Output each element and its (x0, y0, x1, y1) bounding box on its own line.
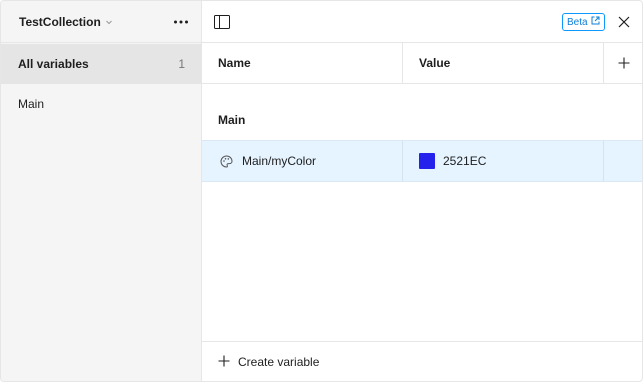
collection-dropdown[interactable]: TestCollection (11, 10, 121, 34)
palette-icon (218, 153, 234, 169)
sidebar: TestCollection All variables 1 Main (1, 1, 202, 381)
table-header: Name Value (202, 43, 642, 84)
column-divider (402, 43, 403, 83)
sidebar-item-label: All variables (18, 57, 89, 71)
collection-name: TestCollection (19, 15, 101, 29)
more-icon[interactable] (169, 10, 193, 34)
variable-count: 1 (178, 57, 185, 71)
sidebar-header: TestCollection (1, 1, 201, 43)
variables-window: TestCollection All variables 1 Main Beta (0, 0, 643, 382)
column-divider (603, 141, 604, 181)
external-link-icon (591, 16, 600, 28)
color-swatch[interactable] (419, 153, 435, 169)
topbar: Beta (202, 1, 642, 43)
create-variable-button[interactable]: Create variable (214, 350, 323, 374)
create-variable-label: Create variable (238, 355, 320, 369)
group-title: Main (218, 113, 246, 127)
beta-label: Beta (567, 16, 588, 28)
footer: Create variable (202, 341, 642, 381)
panel-toggle-icon[interactable] (210, 10, 234, 34)
variable-value[interactable]: 2521EC (443, 141, 486, 181)
beta-badge[interactable]: Beta (562, 13, 605, 31)
close-icon[interactable] (612, 10, 636, 34)
column-header-value: Value (419, 56, 451, 70)
sidebar-item-all-variables[interactable]: All variables 1 (1, 44, 201, 84)
sidebar-item-main[interactable]: Main (1, 84, 201, 124)
sidebar-item-label: Main (18, 97, 45, 111)
column-header-name: Name (218, 56, 251, 70)
plus-icon (218, 355, 230, 370)
plus-icon[interactable] (612, 51, 636, 75)
variable-name[interactable]: Main/myColor (242, 141, 316, 181)
table-row[interactable]: Main/myColor 2521EC (202, 140, 642, 182)
column-divider (402, 141, 403, 181)
chevron-down-icon (105, 18, 113, 26)
column-divider (603, 43, 604, 83)
